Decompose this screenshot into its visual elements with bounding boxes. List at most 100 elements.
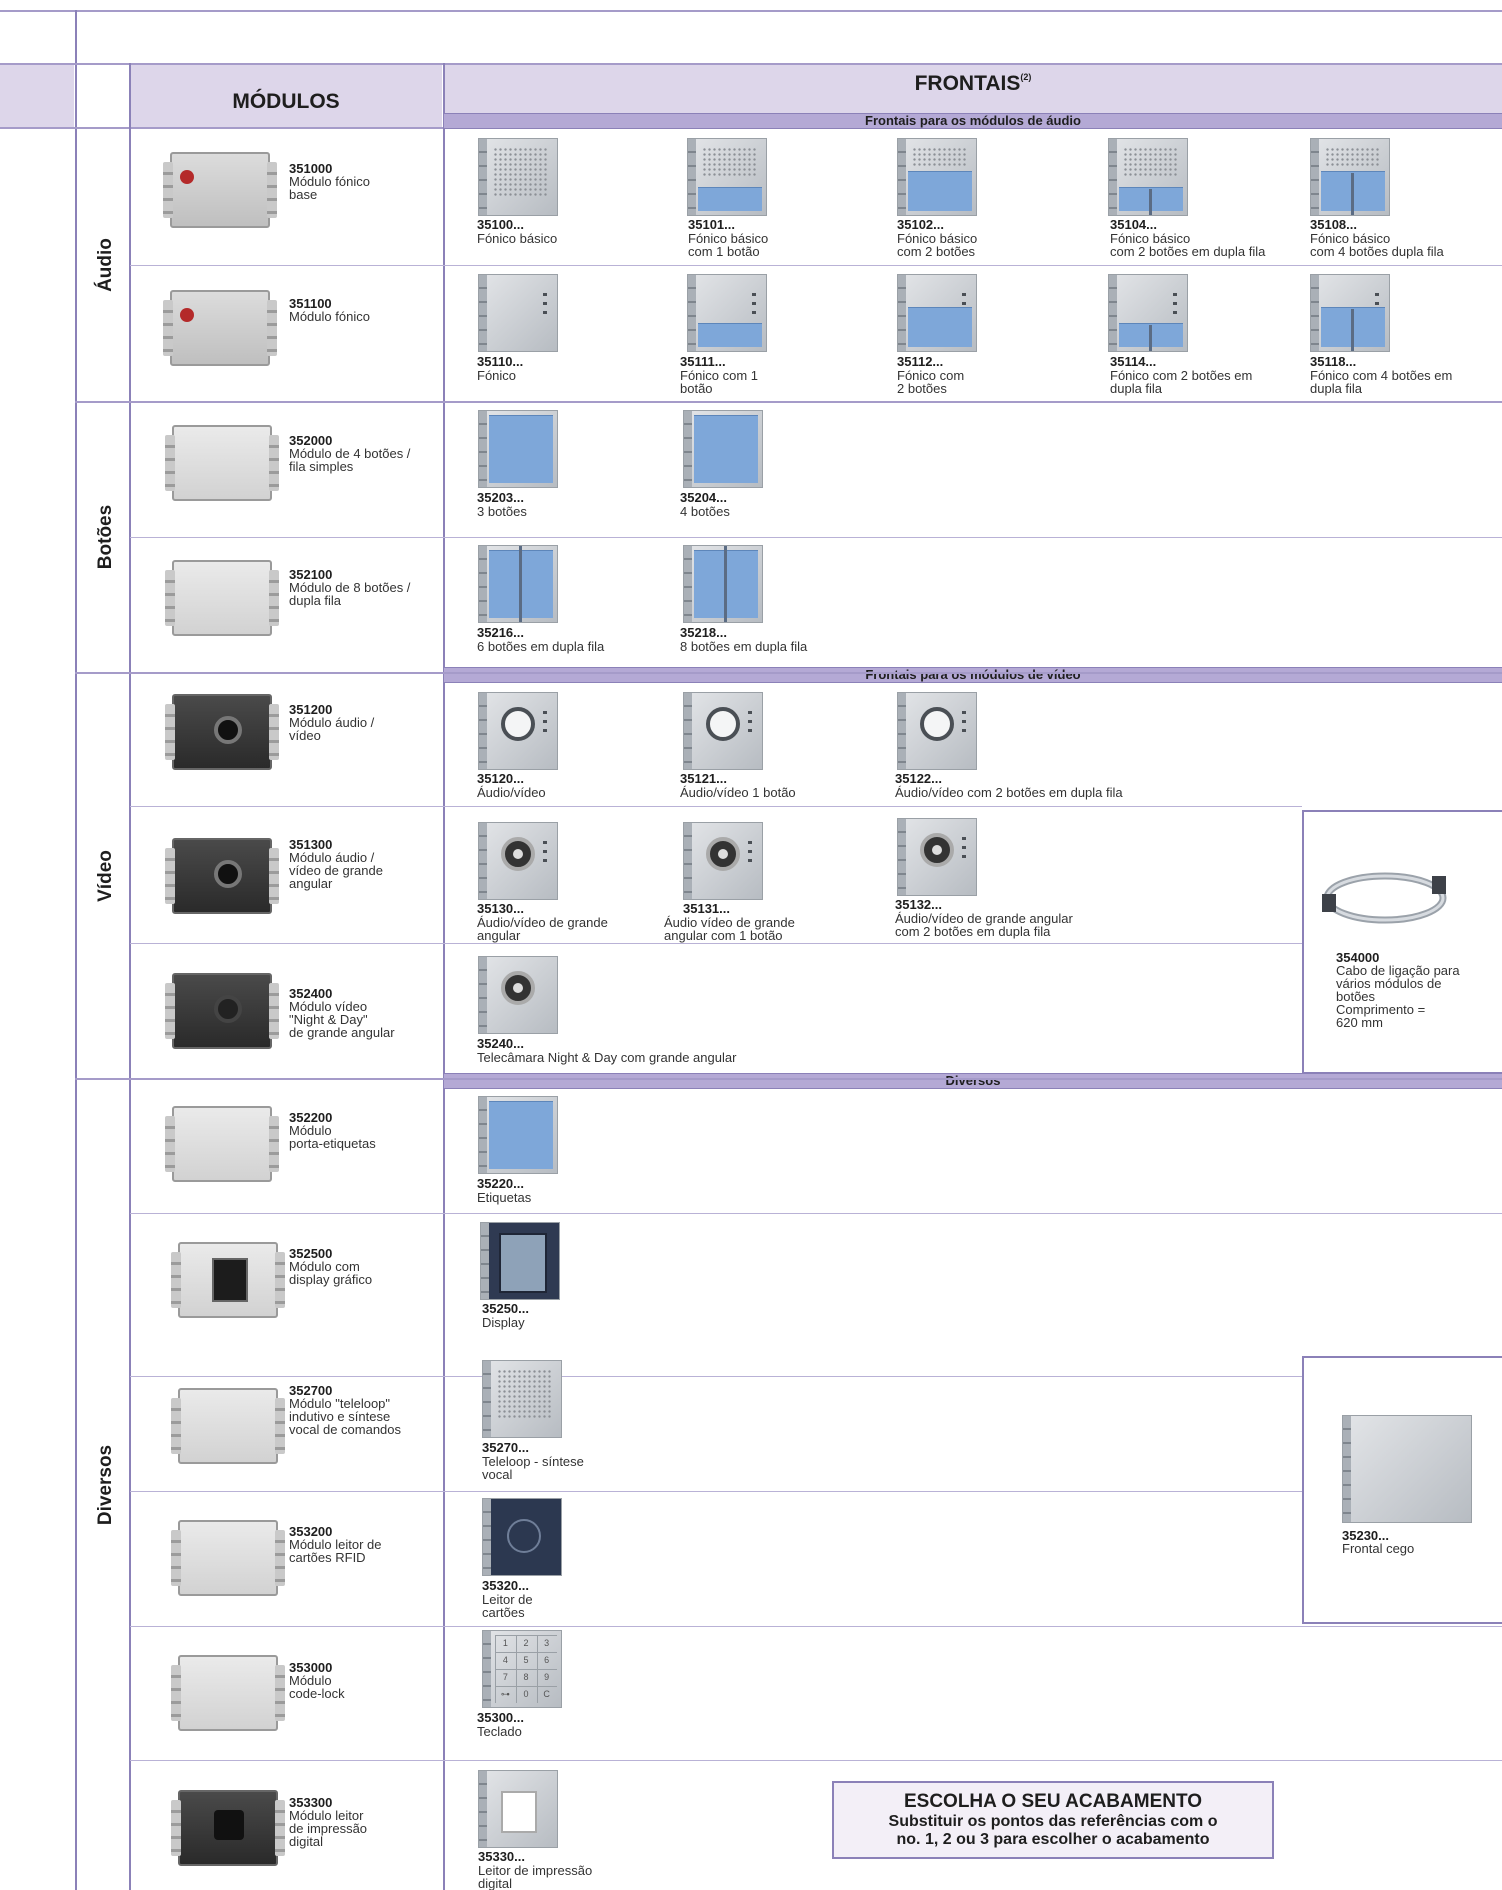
front-image bbox=[687, 138, 767, 216]
status-leds-icon bbox=[962, 837, 966, 863]
front-desc: Telecâmara Night & Day com grande angula… bbox=[477, 1050, 737, 1065]
front-image bbox=[687, 274, 767, 352]
front-image bbox=[478, 692, 558, 770]
front-desc: Fónico básico bbox=[477, 231, 558, 246]
camera-lens-icon bbox=[706, 837, 740, 871]
frontais-footnote: (2) bbox=[1020, 72, 1032, 82]
keypad-key: ⊶ bbox=[500, 1689, 510, 1699]
front-image bbox=[683, 692, 763, 770]
camera-window-icon bbox=[706, 707, 740, 741]
module-image bbox=[163, 152, 277, 228]
front-desc: 3 botões bbox=[477, 504, 527, 519]
speaker-grille-icon bbox=[493, 147, 549, 197]
speaker-grille-icon bbox=[497, 1369, 553, 1419]
front-desc: Display bbox=[482, 1315, 525, 1330]
front-desc: Áudio/vídeo 1 botão bbox=[680, 785, 796, 800]
front-desc: Fónico básico com 4 botões dupla fila bbox=[1310, 231, 1444, 259]
front-desc: Leitor de cartões bbox=[482, 1592, 533, 1620]
front-desc: 8 botões em dupla fila bbox=[680, 639, 808, 654]
front-code: 35101... bbox=[688, 217, 735, 232]
dual-row-divider bbox=[1149, 325, 1152, 351]
module-image bbox=[171, 1242, 285, 1318]
label-panel bbox=[489, 1101, 553, 1169]
fingerprint-window-icon bbox=[501, 1791, 537, 1833]
front-code: 35102... bbox=[897, 217, 944, 232]
front-image bbox=[1108, 274, 1188, 352]
status-leds-icon bbox=[543, 293, 547, 319]
button-panel bbox=[698, 323, 762, 347]
front-desc: Fónico com 2 botões em dupla fila bbox=[1110, 368, 1253, 396]
category-diversos: Diversos bbox=[88, 1079, 124, 1890]
module-image bbox=[165, 973, 279, 1049]
finish-notice-title: ESCOLHA O SEU ACABAMENTO bbox=[903, 1791, 1203, 1812]
front-image bbox=[1108, 138, 1188, 216]
front-desc: Áudio/vídeo de grande angular com 2 botõ… bbox=[895, 911, 1073, 939]
front-image bbox=[482, 1498, 562, 1576]
front-code: 35104... bbox=[1110, 217, 1157, 232]
keypad-key: 6 bbox=[544, 1655, 550, 1665]
front-code: 35118... bbox=[1310, 354, 1357, 369]
front-desc: Teclado bbox=[477, 1724, 522, 1739]
front-desc: Teleloop - síntese vocal bbox=[482, 1454, 584, 1482]
front-desc: Fónico com 2 botões bbox=[897, 368, 965, 396]
top-rule bbox=[0, 10, 1502, 12]
fingerprint-reader-icon bbox=[214, 1810, 244, 1840]
display-screen-icon bbox=[212, 1258, 248, 1302]
module-desc: Módulo "teleloop" indutivo e síntese voc… bbox=[289, 1396, 402, 1437]
header-top-rule bbox=[0, 63, 1502, 65]
module-desc: Módulo áudio / vídeo de grande angular bbox=[289, 850, 383, 891]
left-margin-rule bbox=[75, 10, 77, 1890]
keypad-key: 3 bbox=[544, 1638, 550, 1648]
row-sep bbox=[130, 537, 1502, 538]
front-image bbox=[478, 956, 558, 1034]
front-code: 35132... bbox=[895, 897, 942, 912]
keypad-key: C bbox=[543, 1689, 550, 1699]
status-leds-icon bbox=[748, 711, 752, 737]
category-audio: Áudio bbox=[88, 130, 124, 400]
front-desc: Áudio/vídeo com 2 botões em dupla fila bbox=[895, 785, 1123, 800]
button-panel bbox=[908, 307, 972, 347]
dual-row-divider bbox=[519, 546, 522, 622]
subheader-audio: Frontais para os módulos de áudio bbox=[444, 113, 1502, 129]
keypad-key: 2 bbox=[523, 1638, 529, 1648]
category-video: Vídeo bbox=[88, 673, 124, 1078]
row-sep bbox=[130, 1626, 1502, 1627]
front-desc: Áudio vídeo de grande angular com 1 botã… bbox=[664, 915, 795, 943]
button-panel bbox=[694, 415, 758, 483]
status-leds-icon bbox=[1173, 293, 1177, 319]
frontais-header-label: FRONTAIS bbox=[914, 72, 1021, 95]
header-band-left bbox=[0, 64, 74, 127]
front-image bbox=[897, 138, 977, 216]
speaker-grille-icon bbox=[912, 147, 968, 167]
status-leds-icon bbox=[543, 841, 547, 867]
row-sep bbox=[130, 943, 1302, 944]
frontais-header: FRONTAIS(2) bbox=[444, 72, 1502, 96]
frontais-left-rule bbox=[443, 63, 445, 1890]
front-code: 35111... bbox=[680, 354, 726, 369]
group-sep bbox=[75, 1078, 1502, 1080]
front-image bbox=[683, 410, 763, 488]
front-image bbox=[1310, 274, 1390, 352]
row-sep bbox=[130, 1760, 1502, 1761]
finish-notice-body: Substituir os pontos das referências com… bbox=[888, 1813, 1218, 1848]
module-desc: Módulo fónico bbox=[289, 309, 370, 324]
keypad-key: 0 bbox=[523, 1689, 529, 1699]
camera-window-icon bbox=[920, 707, 954, 741]
category-botoes: Botões bbox=[88, 402, 124, 672]
front-code: 35100... bbox=[477, 217, 524, 232]
module-image bbox=[163, 290, 277, 366]
category-botoes-label: Botões bbox=[95, 504, 116, 570]
module-desc: Módulo de 4 botões / fila simples bbox=[289, 446, 411, 474]
front-image bbox=[1310, 138, 1390, 216]
module-image bbox=[165, 1106, 279, 1182]
front-code: 35203... bbox=[477, 490, 524, 505]
front-desc: Fónico básico com 2 botões bbox=[897, 231, 978, 259]
modulos-left-rule bbox=[129, 63, 131, 1890]
front-code: 35320... bbox=[482, 1578, 529, 1593]
group-sep bbox=[75, 672, 1502, 674]
front-image bbox=[478, 410, 558, 488]
front-image bbox=[482, 1360, 562, 1438]
dual-row-divider bbox=[724, 546, 727, 622]
modulos-header: MÓDULOS bbox=[232, 90, 340, 113]
camera-lens-icon bbox=[214, 860, 242, 888]
